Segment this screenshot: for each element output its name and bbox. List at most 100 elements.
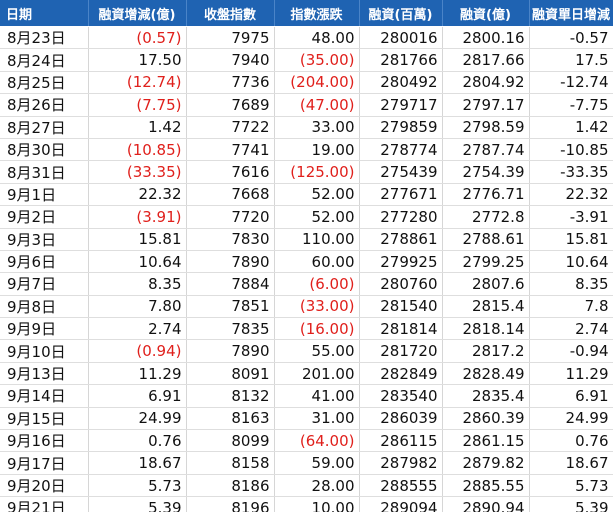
date-cell[interactable]: 9月6日 <box>0 250 89 274</box>
daily-change-cell[interactable]: 5.73 <box>529 474 613 498</box>
daily-change-cell[interactable]: -33.35 <box>529 160 613 184</box>
header-date[interactable]: 日期 <box>0 0 89 27</box>
index-change-cell[interactable]: (16.00) <box>274 317 360 341</box>
margin-change-cell[interactable]: (0.94) <box>88 339 187 363</box>
margin-billion-cell[interactable]: 2754.39 <box>442 160 530 184</box>
margin-million-cell[interactable]: 288555 <box>359 474 443 498</box>
margin-change-cell[interactable]: (33.35) <box>88 160 187 184</box>
margin-change-cell[interactable]: 7.80 <box>88 295 187 319</box>
margin-billion-cell[interactable]: 2817.66 <box>442 48 530 72</box>
date-cell[interactable]: 9月14日 <box>0 384 89 408</box>
daily-change-cell[interactable]: 11.29 <box>529 362 613 386</box>
index-change-cell[interactable]: 28.00 <box>274 474 360 498</box>
margin-million-cell[interactable]: 282849 <box>359 362 443 386</box>
daily-change-cell[interactable]: -3.91 <box>529 205 613 229</box>
margin-million-cell[interactable]: 279925 <box>359 250 443 274</box>
margin-change-cell[interactable]: (0.57) <box>88 26 187 50</box>
margin-change-cell[interactable]: 22.32 <box>88 183 187 207</box>
margin-change-cell[interactable]: (7.75) <box>88 93 187 117</box>
margin-million-cell[interactable]: 279859 <box>359 116 443 139</box>
close-index-cell[interactable]: 7890 <box>186 339 275 363</box>
margin-billion-cell[interactable]: 2804.92 <box>442 71 530 95</box>
margin-change-cell[interactable]: 15.81 <box>88 228 187 251</box>
margin-million-cell[interactable]: 280492 <box>359 71 443 95</box>
margin-billion-cell[interactable]: 2818.14 <box>442 317 530 341</box>
index-change-cell[interactable]: (204.00) <box>274 71 360 95</box>
date-cell[interactable]: 9月1日 <box>0 183 89 207</box>
date-cell[interactable]: 8月24日 <box>0 48 89 72</box>
daily-change-cell[interactable]: 18.67 <box>529 451 613 475</box>
index-change-cell[interactable]: 41.00 <box>274 384 360 408</box>
close-index-cell[interactable]: 7741 <box>186 138 275 162</box>
margin-change-cell[interactable]: 17.50 <box>88 48 187 72</box>
index-change-cell[interactable]: 59.00 <box>274 451 360 475</box>
close-index-cell[interactable]: 8196 <box>186 496 275 512</box>
margin-billion-cell[interactable]: 2835.4 <box>442 384 530 408</box>
date-cell[interactable]: 9月7日 <box>0 272 89 296</box>
date-cell[interactable]: 9月9日 <box>0 317 89 341</box>
daily-change-cell[interactable]: -7.75 <box>529 93 613 117</box>
close-index-cell[interactable]: 8163 <box>186 407 275 431</box>
header-close-index[interactable]: 收盤指數 <box>186 0 275 27</box>
header-margin-million[interactable]: 融資(百萬) <box>359 0 443 27</box>
index-change-cell[interactable]: (47.00) <box>274 93 360 117</box>
margin-billion-cell[interactable]: 2788.61 <box>442 228 530 251</box>
date-cell[interactable]: 9月10日 <box>0 339 89 363</box>
margin-million-cell[interactable]: 280760 <box>359 272 443 296</box>
date-cell[interactable]: 9月17日 <box>0 451 89 475</box>
index-change-cell[interactable]: (64.00) <box>274 429 360 453</box>
margin-change-cell[interactable]: (10.85) <box>88 138 187 162</box>
date-cell[interactable]: 8月30日 <box>0 138 89 162</box>
margin-change-cell[interactable]: 18.67 <box>88 451 187 475</box>
margin-change-cell[interactable]: 8.35 <box>88 272 187 296</box>
margin-million-cell[interactable]: 286039 <box>359 407 443 431</box>
close-index-cell[interactable]: 7616 <box>186 160 275 184</box>
margin-billion-cell[interactable]: 2861.15 <box>442 429 530 453</box>
close-index-cell[interactable]: 7689 <box>186 93 275 117</box>
margin-change-cell[interactable]: 1.42 <box>88 116 187 139</box>
daily-change-cell[interactable]: 2.74 <box>529 317 613 341</box>
margin-billion-cell[interactable]: 2776.71 <box>442 183 530 207</box>
margin-change-cell[interactable]: (12.74) <box>88 71 187 95</box>
close-index-cell[interactable]: 7835 <box>186 317 275 341</box>
margin-billion-cell[interactable]: 2797.17 <box>442 93 530 117</box>
daily-change-cell[interactable]: 22.32 <box>529 183 613 207</box>
header-margin-billion[interactable]: 融資(億) <box>442 0 530 27</box>
margin-billion-cell[interactable]: 2885.55 <box>442 474 530 498</box>
index-change-cell[interactable]: 201.00 <box>274 362 360 386</box>
margin-change-cell[interactable]: 0.76 <box>88 429 187 453</box>
close-index-cell[interactable]: 7975 <box>186 26 275 50</box>
margin-change-cell[interactable]: 5.73 <box>88 474 187 498</box>
index-change-cell[interactable]: 48.00 <box>274 26 360 50</box>
margin-billion-cell[interactable]: 2817.2 <box>442 339 530 363</box>
index-change-cell[interactable]: 52.00 <box>274 183 360 207</box>
daily-change-cell[interactable]: 1.42 <box>529 116 613 139</box>
daily-change-cell[interactable]: 8.35 <box>529 272 613 296</box>
margin-change-cell[interactable]: 11.29 <box>88 362 187 386</box>
index-change-cell[interactable]: 10.00 <box>274 496 360 512</box>
margin-billion-cell[interactable]: 2787.74 <box>442 138 530 162</box>
close-index-cell[interactable]: 7722 <box>186 116 275 139</box>
margin-million-cell[interactable]: 281540 <box>359 295 443 319</box>
margin-change-cell[interactable]: 6.91 <box>88 384 187 408</box>
date-cell[interactable]: 8月31日 <box>0 160 89 184</box>
daily-change-cell[interactable]: 6.91 <box>529 384 613 408</box>
margin-change-cell[interactable]: 5.39 <box>88 496 187 512</box>
margin-million-cell[interactable]: 277671 <box>359 183 443 207</box>
close-index-cell[interactable]: 8186 <box>186 474 275 498</box>
margin-billion-cell[interactable]: 2879.82 <box>442 451 530 475</box>
header-daily-change[interactable]: 融資單日增減 <box>529 0 613 27</box>
margin-million-cell[interactable]: 289094 <box>359 496 443 512</box>
index-change-cell[interactable]: (125.00) <box>274 160 360 184</box>
margin-million-cell[interactable]: 275439 <box>359 160 443 184</box>
index-change-cell[interactable]: 33.00 <box>274 116 360 139</box>
daily-change-cell[interactable]: -0.57 <box>529 26 613 50</box>
daily-change-cell[interactable]: 15.81 <box>529 228 613 251</box>
margin-billion-cell[interactable]: 2807.6 <box>442 272 530 296</box>
date-cell[interactable]: 9月13日 <box>0 362 89 386</box>
margin-million-cell[interactable]: 281766 <box>359 48 443 72</box>
daily-change-cell[interactable]: -12.74 <box>529 71 613 95</box>
margin-million-cell[interactable]: 278774 <box>359 138 443 162</box>
date-cell[interactable]: 8月26日 <box>0 93 89 117</box>
index-change-cell[interactable]: 19.00 <box>274 138 360 162</box>
